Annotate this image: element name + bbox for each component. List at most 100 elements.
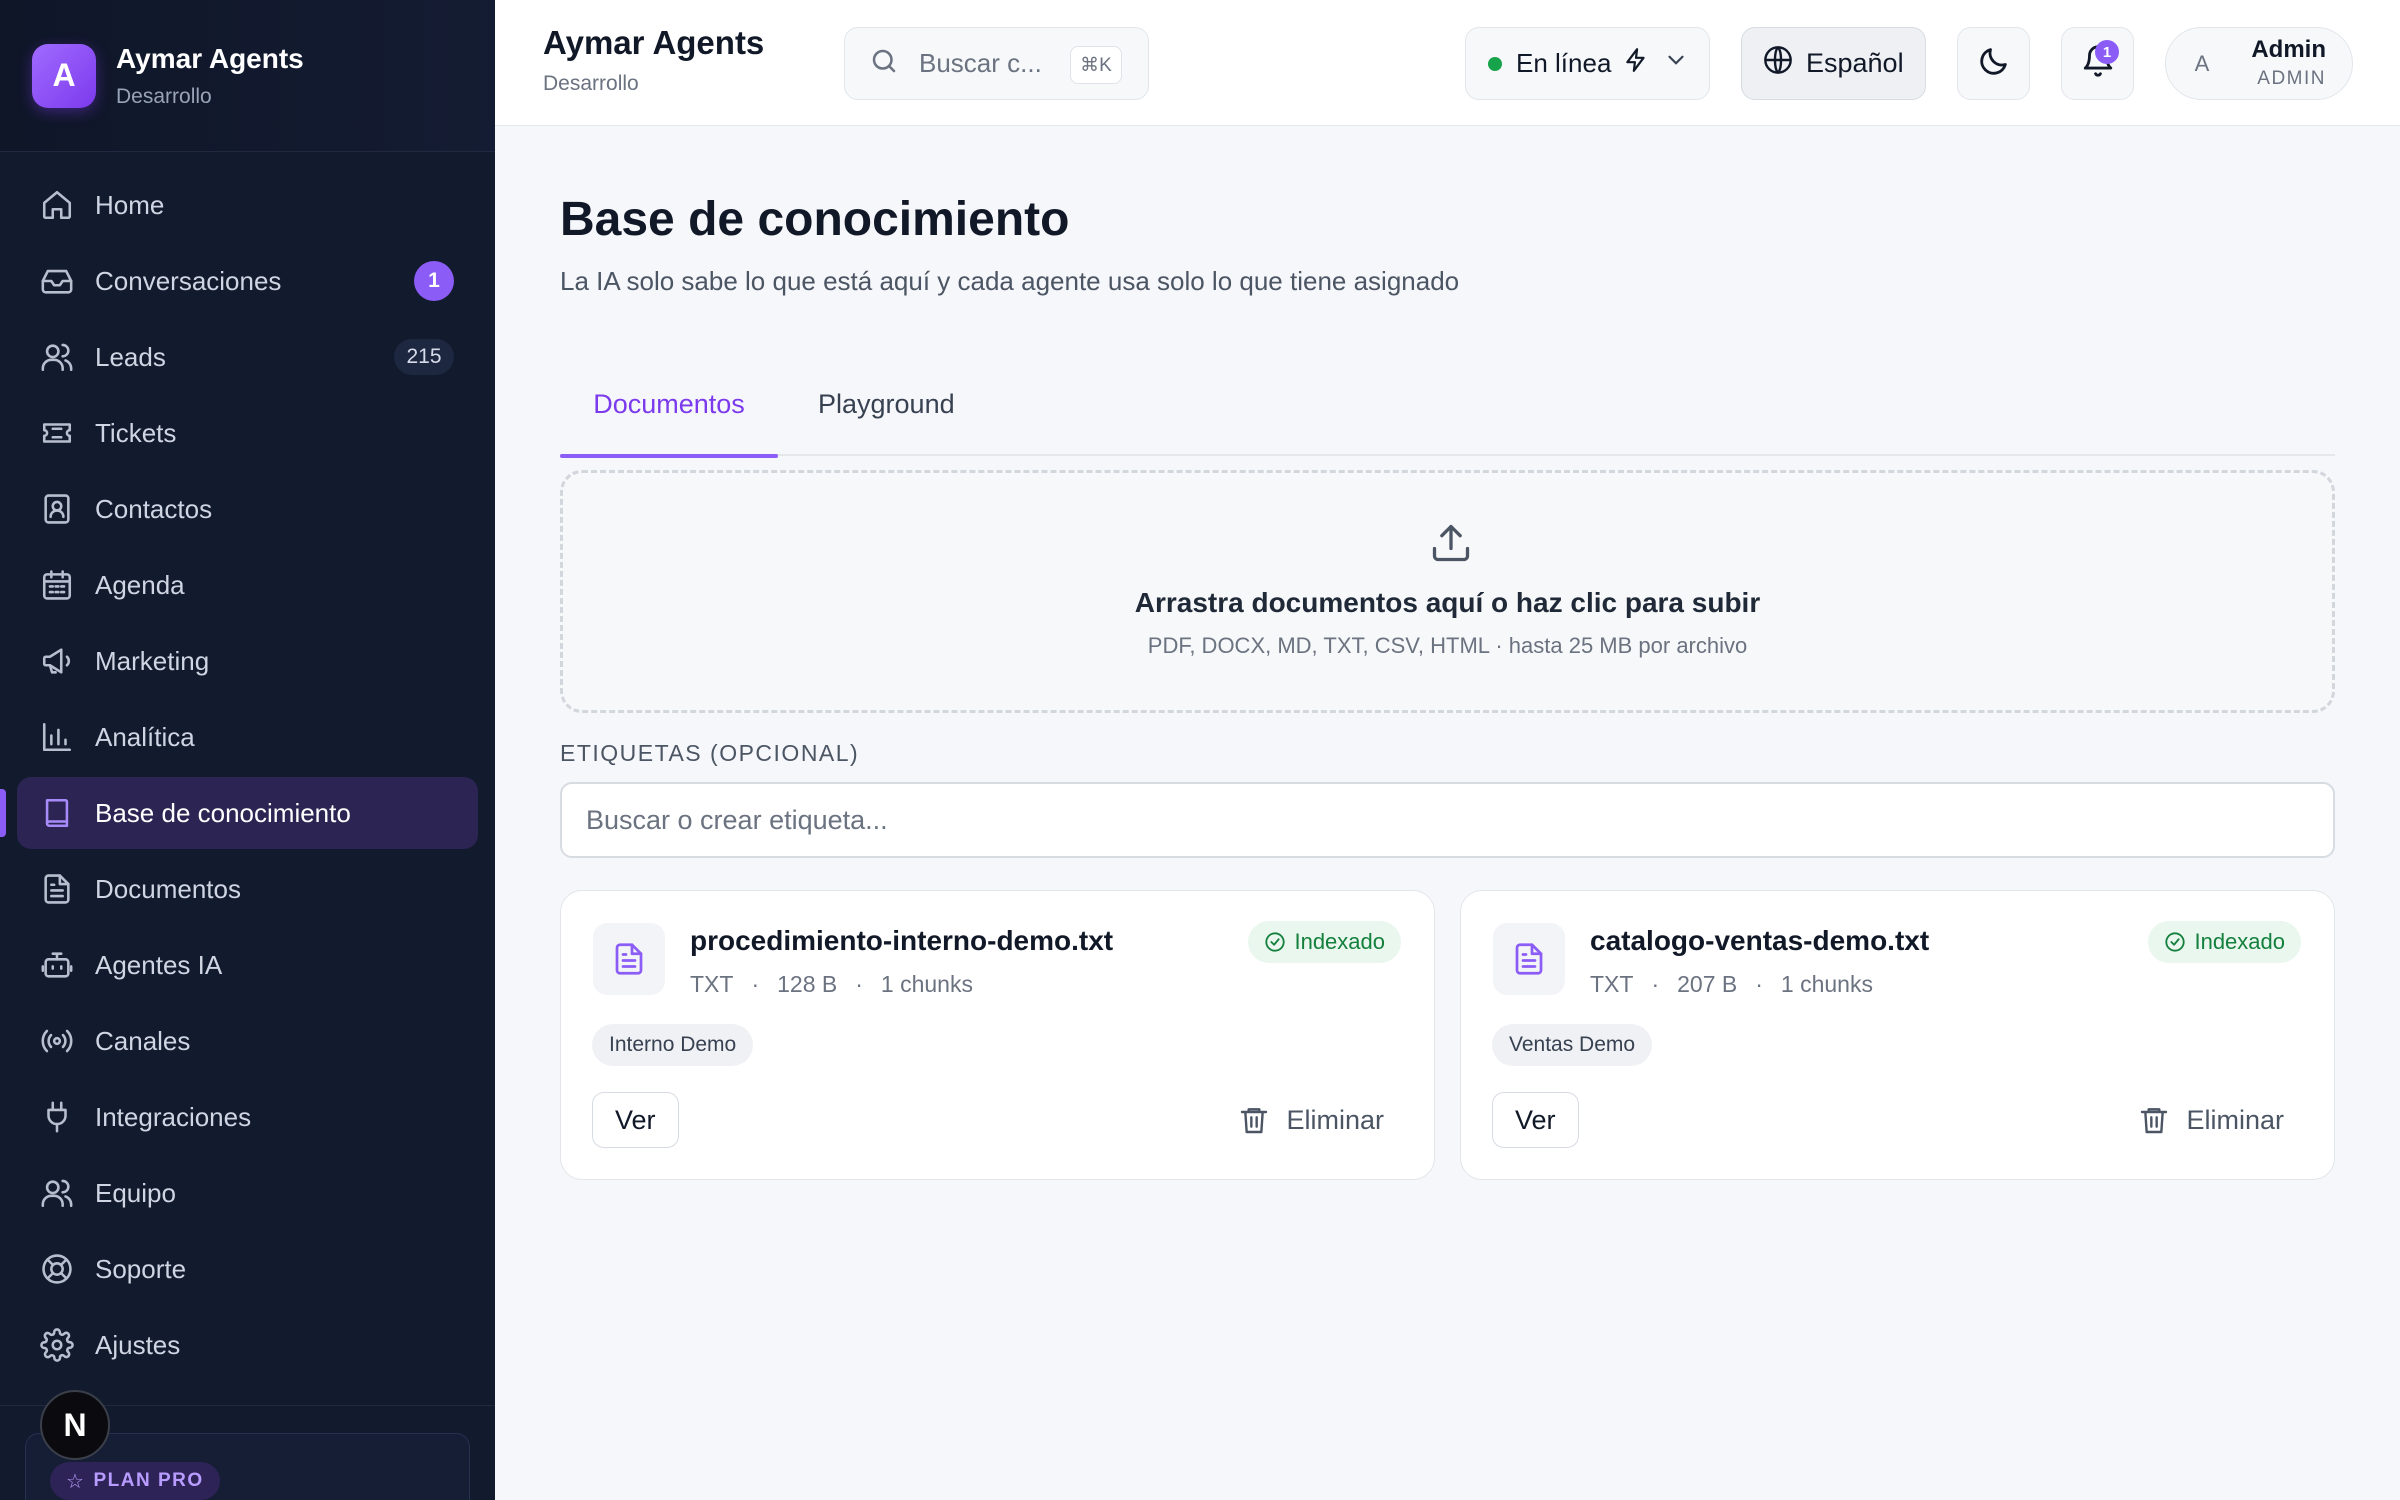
document-type: TXT [690,971,734,997]
status-badge: Indexado [2148,921,2301,963]
tags-label: ETIQUETAS (OPCIONAL) [560,740,860,766]
user-menu-button[interactable]: A Admin ADMIN [2165,27,2353,100]
sidebar-item-label: Conversaciones [95,265,282,296]
plan-label: PLAN PRO [93,1470,204,1491]
sidebar-item-agenda[interactable]: Agenda [17,549,478,621]
sidebar-item-documentos[interactable]: Documentos [17,853,478,925]
sidebar-item-label: Agentes IA [95,949,223,980]
sidebar-item-marketing[interactable]: Marketing [17,625,478,697]
sidebar-item-label: Marketing [95,645,210,676]
theme-toggle-button[interactable] [1957,27,2030,100]
sidebar-item-label: Soporte [95,1253,187,1284]
sidebar-item-conversaciones[interactable]: Conversaciones 1 [17,245,478,317]
search-shortcut: ⌘K [1070,46,1122,84]
trash-icon [1241,1108,1268,1134]
document-type: TXT [1590,971,1634,997]
sidebar-item-equipo[interactable]: Equipo [17,1157,478,1229]
brand-logo: A [32,43,96,108]
upload-icon [1429,521,1473,565]
plan-badge: ☆ PLAN PRO [50,1462,220,1500]
delete-label: Eliminar [2186,1104,2284,1135]
notifications-badge: 1 [2095,40,2119,64]
view-button[interactable]: Ver [592,1092,679,1148]
sidebar-item-soporte[interactable]: Soporte [17,1233,478,1305]
gear-icon [39,1327,75,1363]
language-button[interactable]: Español [1741,27,1926,100]
bot-icon [39,947,75,983]
check-circle-icon [1265,932,1286,952]
delete-button[interactable]: Eliminar [1238,1092,1384,1148]
meta-separator: · [855,971,863,997]
tags-input[interactable] [560,782,2335,858]
sidebar-item-leads[interactable]: Leads 215 [17,321,478,393]
document-meta: TXT · 207 B · 1 chunks [1590,971,1873,998]
users-icon [39,339,75,375]
sidebar-item-label: Base de conocimiento [95,797,351,828]
dropzone-title: Arrastra documentos aquí o haz clic para… [1134,587,1761,618]
page-subtitle: La IA solo sabe lo que está aquí y cada … [560,266,1460,296]
contact-book-icon [39,491,75,527]
document-name: procedimiento-interno-demo.txt [690,925,1114,956]
search-input[interactable]: Buscar c... ⌘K [844,27,1149,100]
sidebar-item-ajustes[interactable]: Ajustes [17,1309,478,1381]
sidebar-item-integraciones[interactable]: Integraciones [17,1081,478,1153]
check-circle-icon [2165,932,2186,952]
sidebar-item-label: Canales [95,1025,191,1056]
sidebar-item-home[interactable]: Home [17,169,478,241]
document-chunks: 1 chunks [1780,971,1873,997]
document-icon [39,871,75,907]
delete-button[interactable]: Eliminar [2138,1092,2284,1148]
book-icon [39,795,75,831]
tabs: Documentos Playground [560,352,2335,458]
brand-name: Aymar Agents [116,42,304,74]
team-icon [39,1175,75,1211]
count-badge: 215 [394,339,454,375]
sidebar-item-analitica[interactable]: Analítica [17,701,478,773]
meta-separator: · [1755,971,1763,997]
sidebar-item-label: Equipo [95,1177,176,1208]
tab-documentos[interactable]: Documentos [560,352,778,458]
sidebar-item-base-de-conocimiento[interactable]: Base de conocimiento [0,777,478,849]
upload-dropzone[interactable]: Arrastra documentos aquí o haz clic para… [560,470,2335,713]
sidebar-item-label: Leads [95,341,166,372]
workspace-title: Aymar Agents [543,24,765,61]
bolt-icon [1623,47,1649,80]
meta-separator: · [1651,971,1660,997]
sidebar-item-label: Home [95,189,165,220]
status-dropdown[interactable]: En línea [1465,27,1710,100]
view-button[interactable]: Ver [1492,1092,1579,1148]
sidebar-item-canales[interactable]: Canales [17,1005,478,1077]
delete-label: Eliminar [1286,1104,1384,1135]
workspace-env: Desarrollo [543,72,639,95]
star-icon: ☆ [66,1470,86,1493]
sidebar-item-tickets[interactable]: Tickets [17,397,478,469]
megaphone-icon [39,643,75,679]
sidebar-item-label: Integraciones [95,1101,252,1132]
tag-chip: Interno Demo [592,1024,754,1066]
plug-icon [39,1099,75,1135]
status-label: Indexado [1294,929,1385,954]
document-meta: TXT · 128 B · 1 chunks [690,971,973,998]
bar-chart-icon [39,719,75,755]
trash-icon [2141,1108,2168,1134]
broadcast-icon [39,1023,75,1059]
search-icon [869,46,899,81]
online-dot [1488,56,1502,71]
tab-playground[interactable]: Playground [818,352,955,456]
user-role: ADMIN [2257,68,2326,89]
calendar-icon [39,567,75,603]
sidebar-item-contactos[interactable]: Contactos [17,473,478,545]
document-name: catalogo-ventas-demo.txt [1590,925,1930,956]
document-size: 128 B [777,971,838,997]
unread-badge: 1 [414,261,454,301]
sidebar-item-label: Agenda [95,569,185,600]
sidebar-item-agentes-ia[interactable]: Agentes IA [17,929,478,1001]
notifications-button[interactable]: 1 [2061,27,2134,100]
meta-separator: · [751,971,760,997]
sidebar-item-label: Documentos [95,873,241,904]
sidebar: A Aymar Agents Desarrollo Home Conversac… [0,0,495,1500]
dev-tools-badge[interactable]: N [40,1390,110,1460]
brand[interactable]: A Aymar Agents Desarrollo [0,0,495,152]
moon-icon [1977,44,2011,83]
document-card: catalogo-ventas-demo.txt TXT · 207 B · 1… [1460,890,2335,1180]
